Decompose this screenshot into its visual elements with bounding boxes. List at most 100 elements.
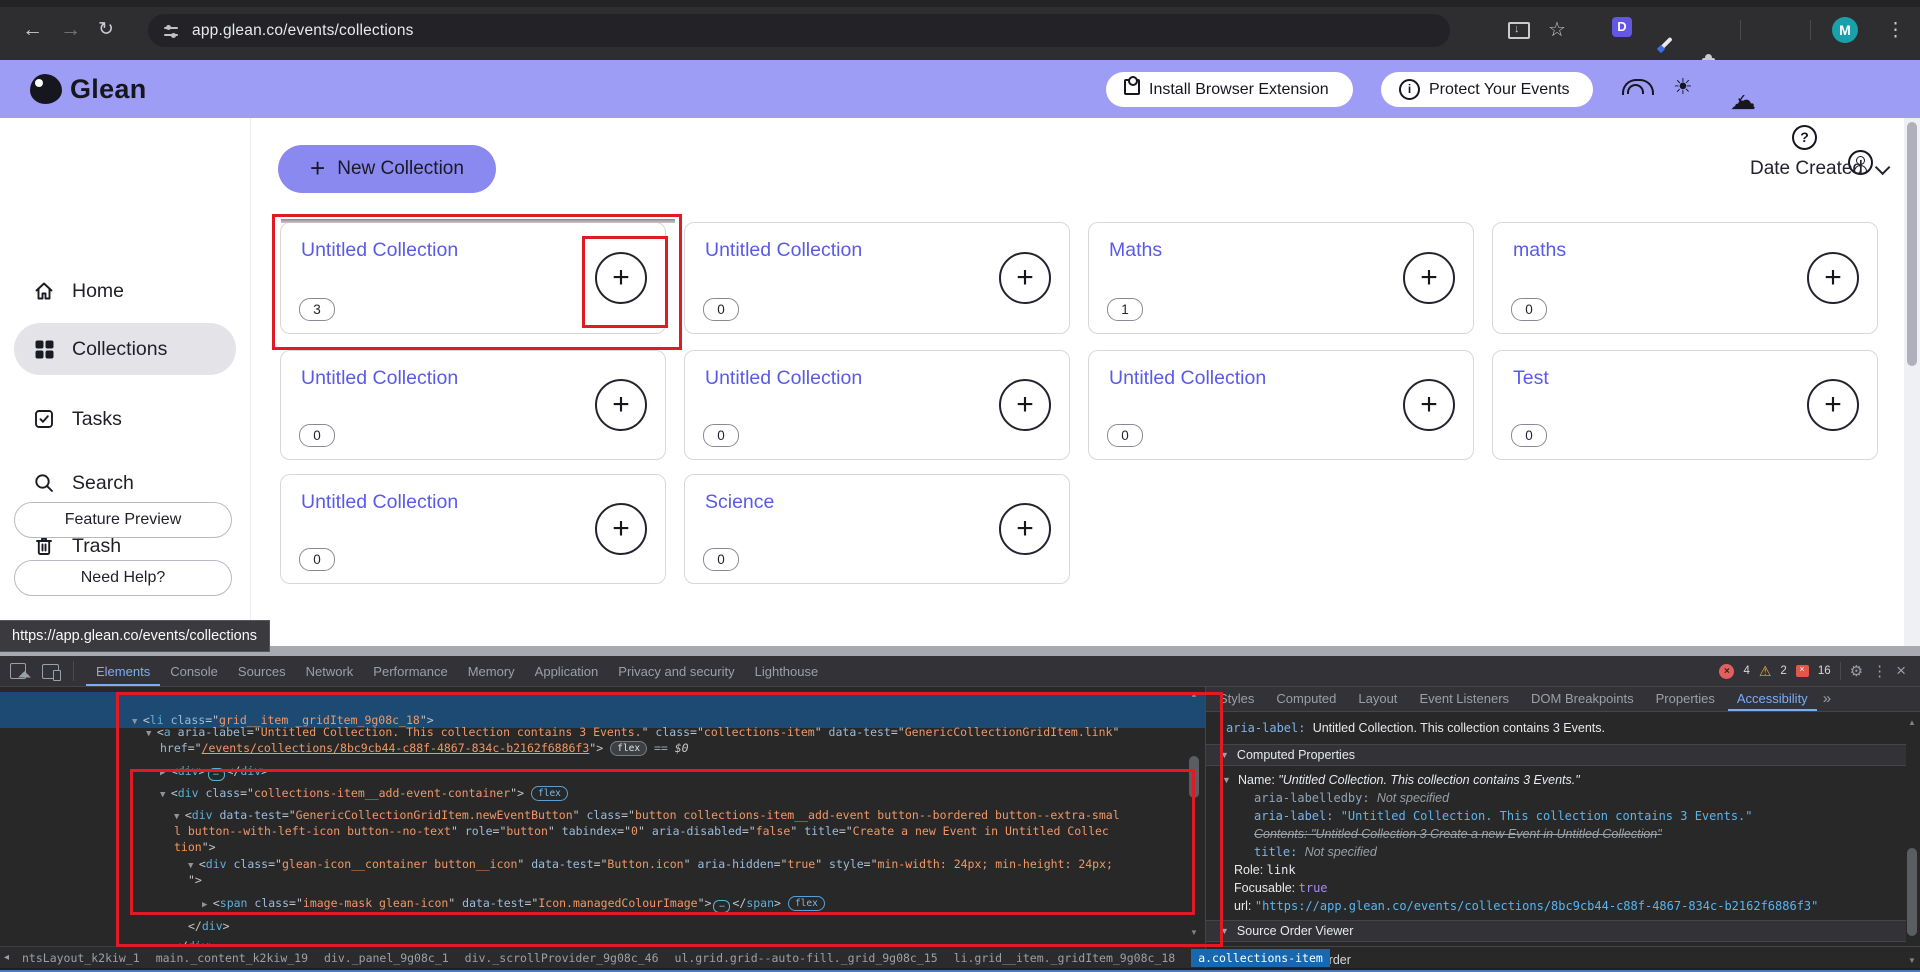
collection-card[interactable]: Untitled Collection3+: [280, 222, 666, 334]
pane-tab-styles[interactable]: Styles: [1210, 686, 1263, 712]
add-event-button[interactable]: +: [1807, 379, 1859, 431]
breadcrumb-item[interactable]: a.collections-item: [1191, 949, 1330, 967]
sidebar-item-tasks[interactable]: Tasks: [0, 404, 250, 434]
pane-tab-event-listeners[interactable]: Event Listeners: [1410, 686, 1518, 712]
collection-title[interactable]: Untitled Collection: [301, 367, 458, 390]
devtools-tab-sources[interactable]: Sources: [228, 656, 296, 686]
sort-dropdown[interactable]: Date Created: [1750, 158, 1886, 180]
collection-card[interactable]: Maths1+: [1088, 222, 1474, 334]
collection-card[interactable]: Science0+: [684, 474, 1070, 584]
cloud-sync-icon[interactable]: ☁✓: [1730, 85, 1920, 116]
sidebar-item-home[interactable]: Home: [0, 276, 250, 306]
breadcrumb-item[interactable]: ul.grid.grid--auto-fill._grid_9g08c_15: [675, 951, 938, 965]
add-event-button[interactable]: +: [595, 379, 647, 431]
add-event-button[interactable]: +: [595, 252, 647, 304]
a11y-property-row[interactable]: title: Not specified: [1254, 844, 1377, 860]
extension-d-icon[interactable]: D: [1612, 17, 1632, 37]
device-toolbar-icon[interactable]: [42, 664, 59, 679]
help-icon[interactable]: ?: [1792, 125, 1817, 150]
pane-tab-properties[interactable]: Properties: [1647, 686, 1724, 712]
code-line[interactable]: ▼ <div class="glean-icon__container butt…: [188, 856, 1113, 874]
pane-tabs-overflow-icon[interactable]: »: [1823, 690, 1831, 707]
collection-title[interactable]: Maths: [1109, 239, 1162, 262]
devtools-tab-privacy-and-security[interactable]: Privacy and security: [608, 656, 744, 686]
pane-tab-computed[interactable]: Computed: [1267, 686, 1345, 712]
new-collection-button[interactable]: + New Collection: [278, 145, 496, 193]
error-icon[interactable]: ×: [1719, 664, 1734, 679]
pane-tab-accessibility[interactable]: Accessibility: [1728, 686, 1817, 712]
devtools-menu-icon[interactable]: ⋮: [1872, 662, 1887, 680]
add-event-button[interactable]: +: [999, 379, 1051, 431]
need-help-button[interactable]: Need Help?: [14, 560, 232, 596]
collection-card[interactable]: Untitled Collection0+: [280, 474, 666, 584]
add-event-button[interactable]: +: [1807, 252, 1859, 304]
issues-icon[interactable]: [1796, 665, 1809, 677]
a11y-section-header[interactable]: ▼Computed Properties: [1206, 744, 1906, 766]
code-line[interactable]: </div>: [188, 918, 230, 934]
devtools-settings-gear-icon[interactable]: ⚙: [1850, 662, 1863, 680]
code-line[interactable]: ▼ <div class="collections-item__add-even…: [160, 785, 568, 803]
protect-events-button[interactable]: i Protect Your Events: [1381, 72, 1593, 107]
a11y-property-row[interactable]: aria-label: Untitled Collection. This co…: [1226, 720, 1605, 736]
pane-tab-layout[interactable]: Layout: [1349, 686, 1406, 712]
code-line[interactable]: tion">: [174, 839, 216, 855]
theme-sun-icon[interactable]: ☀: [1673, 74, 1693, 100]
devtools-tab-application[interactable]: Application: [525, 656, 609, 686]
devtools-tab-memory[interactable]: Memory: [458, 656, 525, 686]
add-event-button[interactable]: +: [1403, 252, 1455, 304]
collection-title[interactable]: Untitled Collection: [705, 239, 862, 262]
a11y-property-row[interactable]: url: "https://app.glean.co/events/collec…: [1234, 898, 1818, 914]
collection-card[interactable]: Test0+: [1492, 350, 1878, 460]
profile-avatar[interactable]: M: [1832, 17, 1858, 43]
scroll-down-icon[interactable]: ▼: [1908, 956, 1916, 965]
back-icon[interactable]: ←: [22, 0, 43, 60]
devtools-tab-lighthouse[interactable]: Lighthouse: [745, 656, 829, 686]
install-extension-button[interactable]: Install Browser Extension: [1106, 72, 1353, 107]
eyedropper-extension-icon[interactable]: [1656, 36, 1674, 54]
devtools-tab-network[interactable]: Network: [296, 656, 364, 686]
code-line[interactable]: l button--with-left-icon button--no-text…: [174, 823, 1109, 839]
add-event-button[interactable]: +: [595, 503, 647, 555]
page-scrollbar-thumb[interactable]: [1907, 122, 1917, 366]
a11y-property-row[interactable]: Role: link: [1234, 862, 1296, 878]
add-event-button[interactable]: +: [999, 503, 1051, 555]
inspect-element-icon[interactable]: [10, 663, 26, 679]
collection-title[interactable]: Untitled Collection: [301, 491, 458, 514]
warning-icon[interactable]: ⚠: [1759, 663, 1772, 680]
a11y-scrollbar-thumb[interactable]: [1907, 848, 1917, 936]
warning-count[interactable]: 2: [1780, 665, 1786, 677]
bookmark-star-icon[interactable]: ☆: [1548, 17, 1566, 42]
breadcrumb-item[interactable]: ntsLayout_k2kiw_1: [22, 951, 140, 965]
triangle-expand-icon[interactable]: ▼: [1220, 750, 1229, 760]
a11y-section-header[interactable]: ▼Source Order Viewer: [1206, 920, 1906, 942]
a11y-property-row[interactable]: Contents: "Untitled Collection 3 Create …: [1254, 826, 1662, 842]
breadcrumb-item[interactable]: li.grid__item._gridItem_9g08c_18: [954, 951, 1176, 965]
site-settings-icon[interactable]: [164, 25, 178, 37]
issues-count[interactable]: 16: [1818, 665, 1831, 677]
a11y-property-row[interactable]: Name: "Untitled Collection. This collect…: [1238, 772, 1580, 788]
reload-icon[interactable]: ↻: [98, 0, 114, 60]
a11y-property-row[interactable]: Focusable: true: [1234, 880, 1328, 896]
breadcrumb-item[interactable]: div._panel_9g08c_1: [324, 951, 449, 965]
elements-scrollbar-thumb[interactable]: [1189, 756, 1199, 798]
crumbs-scroll-left-icon[interactable]: ◂: [4, 952, 9, 963]
collection-card[interactable]: Untitled Collection0+: [1088, 350, 1474, 460]
collection-card[interactable]: maths0+: [1492, 222, 1878, 334]
breadcrumb-item[interactable]: main._content_k2kiw_19: [156, 951, 308, 965]
pane-tab-dom-breakpoints[interactable]: DOM Breakpoints: [1522, 686, 1643, 712]
triangle-expand-icon[interactable]: ▼: [1220, 926, 1229, 936]
devtools-close-icon[interactable]: ×: [1896, 661, 1906, 681]
devtools-tab-console[interactable]: Console: [160, 656, 228, 686]
collection-card[interactable]: Untitled Collection0+: [280, 350, 666, 460]
code-line[interactable]: </div>: [174, 938, 216, 946]
add-event-button[interactable]: +: [999, 252, 1051, 304]
devtools-tab-performance[interactable]: Performance: [363, 656, 457, 686]
sidebar-item-search[interactable]: Search: [0, 468, 250, 498]
collection-title[interactable]: Test: [1513, 367, 1549, 390]
a11y-property-row[interactable]: aria-label: "Untitled Collection. This c…: [1254, 808, 1753, 824]
collection-title[interactable]: Untitled Collection: [1109, 367, 1266, 390]
devtools-tab-elements[interactable]: Elements: [86, 656, 160, 686]
scroll-up-icon[interactable]: ▲: [1908, 718, 1916, 727]
a11y-property-row[interactable]: aria-labelledby: Not specified: [1254, 790, 1449, 806]
collection-title[interactable]: maths: [1513, 239, 1566, 262]
